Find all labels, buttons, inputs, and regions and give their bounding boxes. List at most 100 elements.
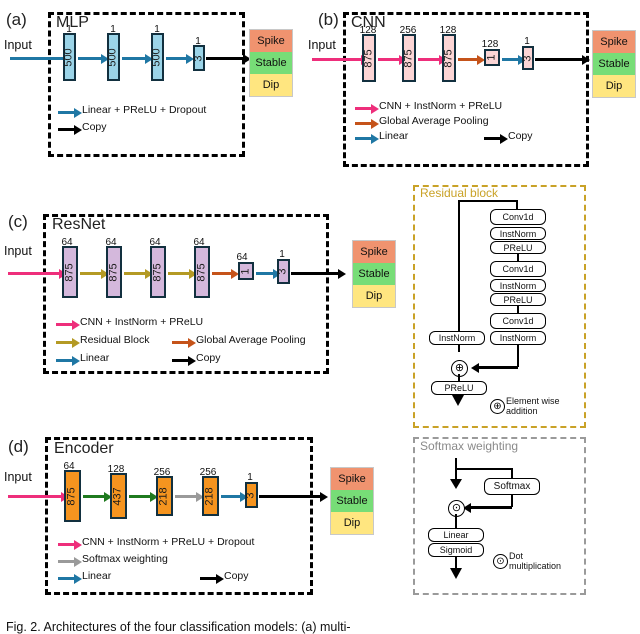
block-cnn-1: 875 bbox=[402, 34, 416, 82]
legend-label-resnet-3: Linear bbox=[80, 352, 110, 364]
block-text-resnet-0: 875 bbox=[63, 262, 76, 282]
legend-label-mlp-1: Copy bbox=[82, 121, 107, 133]
legend-arrow-encoder-2 bbox=[58, 573, 82, 584]
block-text-cnn-3: 1 bbox=[485, 54, 498, 61]
softmax-branch-top-line bbox=[455, 468, 513, 470]
legend-label-encoder-3: Copy bbox=[224, 570, 249, 582]
arrow-encoder-3 bbox=[221, 491, 248, 502]
arrow-encoder-0 bbox=[83, 491, 112, 502]
arrow-resnet-3 bbox=[212, 268, 239, 279]
residual-op-instnorm-2: InstNorm bbox=[490, 279, 546, 292]
panel-tag-d: (d) bbox=[8, 437, 29, 456]
legend-label-cnn-3: Copy bbox=[508, 130, 533, 142]
output-stack-mlp: Spike Stable Dip bbox=[249, 29, 293, 97]
residual-output-line bbox=[458, 395, 460, 399]
block-mlp-3: 3 bbox=[193, 45, 205, 71]
block-encoder-1: 437 bbox=[110, 473, 127, 519]
block-text-encoder-4: 3 bbox=[245, 491, 257, 499]
block-cnn-3: 1 bbox=[484, 49, 500, 66]
residual-return-arrow bbox=[478, 366, 518, 369]
softmax-op-linear: Linear bbox=[428, 528, 484, 542]
output-stable-cnn: Stable bbox=[593, 53, 635, 75]
panel-title-resnet: ResNet bbox=[52, 216, 106, 233]
block-mlp-0: 500 bbox=[63, 33, 76, 81]
residual-op-conv1d-3: Conv1d bbox=[490, 313, 546, 329]
legend-arrow-mlp-1 bbox=[58, 124, 82, 135]
block-encoder-2: 218 bbox=[156, 476, 173, 516]
arrow-resnet-2 bbox=[168, 268, 197, 279]
block-resnet-3: 875 bbox=[194, 246, 210, 298]
legend-label-cnn-0: CNN + InstNorm + PReLU bbox=[379, 100, 503, 112]
block-resnet-1: 875 bbox=[106, 246, 122, 298]
block-text-encoder-1: 437 bbox=[112, 486, 125, 506]
block-text-resnet-2: 875 bbox=[151, 262, 164, 282]
legend-arrow-resnet-3 bbox=[56, 355, 80, 366]
arrow-input-cnn bbox=[312, 54, 369, 65]
legend-arrow-cnn-3 bbox=[484, 133, 508, 144]
block-mlp-2: 500 bbox=[151, 33, 164, 81]
legend-label-resnet-4: Copy bbox=[196, 352, 221, 364]
output-stable-mlp: Stable bbox=[250, 52, 292, 74]
block-resnet-0: 875 bbox=[62, 246, 78, 298]
output-spike-cnn: Spike bbox=[593, 31, 635, 53]
arrow-cnn-1 bbox=[418, 54, 447, 65]
panel-tag-a: (a) bbox=[6, 10, 27, 29]
residual-op-instnorm-1: InstNorm bbox=[490, 227, 546, 240]
arrow-cnn-out bbox=[535, 54, 590, 65]
output-dip-encoder: Dip bbox=[331, 512, 373, 534]
arrow-resnet-4 bbox=[256, 268, 281, 279]
legend-arrow-encoder-1 bbox=[58, 556, 82, 567]
block-encoder-0: 875 bbox=[64, 470, 81, 522]
block-text-resnet-1: 875 bbox=[107, 262, 120, 282]
output-stable-resnet: Stable bbox=[353, 263, 395, 285]
legend-label-resnet-1: Residual Block bbox=[80, 334, 150, 346]
softmax-output-arrowhead bbox=[450, 568, 462, 579]
legend-arrow-resnet-0 bbox=[56, 319, 80, 330]
legend-label-cnn-1: Global Average Pooling bbox=[379, 115, 489, 127]
input-label-mlp: Input bbox=[4, 38, 32, 52]
input-label-cnn: Input bbox=[308, 38, 336, 52]
legend-arrow-cnn-1 bbox=[355, 118, 379, 129]
arrow-resnet-1 bbox=[124, 268, 153, 279]
residual-op-shortcut-instnorm: InstNorm bbox=[429, 331, 485, 345]
arrow-mlp-out bbox=[206, 53, 251, 64]
input-label-resnet: Input bbox=[4, 244, 32, 258]
block-text-encoder-2: 218 bbox=[158, 486, 171, 506]
block-mlp-1: 500 bbox=[107, 33, 120, 81]
dot-legend-line1: Dot bbox=[509, 551, 524, 561]
panel-tag-c: (c) bbox=[8, 212, 28, 231]
residual-op-conv1d-1: Conv1d bbox=[490, 209, 546, 225]
block-text-mlp-1: 500 bbox=[107, 47, 120, 67]
block-text-encoder-3: 218 bbox=[204, 486, 217, 506]
softmax-op-sigmoid: Sigmoid bbox=[428, 543, 484, 557]
output-dip-mlp: Dip bbox=[250, 74, 292, 96]
arrow-mlp-0 bbox=[78, 53, 109, 64]
legend-label-encoder-1: Softmax weighting bbox=[82, 553, 168, 565]
block-text-cnn-0: 875 bbox=[362, 48, 375, 68]
arrow-cnn-3 bbox=[502, 54, 526, 65]
block-text-resnet-4: 1 bbox=[239, 267, 252, 275]
block-cnn-4: 3 bbox=[522, 46, 534, 70]
block-text-mlp-3: 3 bbox=[192, 54, 205, 62]
softmax-op-box: Softmax bbox=[484, 478, 540, 495]
residual-return-down-line bbox=[517, 345, 519, 367]
output-spike-encoder: Spike bbox=[331, 468, 373, 490]
block-text-resnet-3: 875 bbox=[195, 262, 208, 282]
block-text-mlp-2: 500 bbox=[151, 47, 164, 67]
softmax-weighting-panel bbox=[413, 437, 586, 595]
softmax-post-dot-line bbox=[455, 514, 457, 529]
residual-op-prelu-2: PReLU bbox=[490, 293, 546, 306]
legend-arrow-resnet-1 bbox=[56, 337, 80, 348]
block-encoder-4: 3 bbox=[245, 482, 258, 508]
output-stack-cnn: Spike Stable Dip bbox=[592, 30, 636, 98]
legend-label-mlp-0: Linear + PReLU + Dropout bbox=[82, 104, 207, 116]
addition-legend-line1: Element wise bbox=[506, 396, 560, 406]
residual-block-title: Residual block bbox=[420, 186, 499, 200]
legend-label-encoder-2: Linear bbox=[82, 570, 112, 582]
softmax-trunk-arrowhead bbox=[450, 479, 462, 489]
arrow-cnn-0 bbox=[378, 54, 407, 65]
legend-label-resnet-2: Global Average Pooling bbox=[196, 334, 306, 346]
dot-legend-icon: ⊙ bbox=[493, 554, 508, 569]
block-resnet-4: 1 bbox=[238, 262, 254, 280]
panel-resnet bbox=[43, 214, 329, 374]
